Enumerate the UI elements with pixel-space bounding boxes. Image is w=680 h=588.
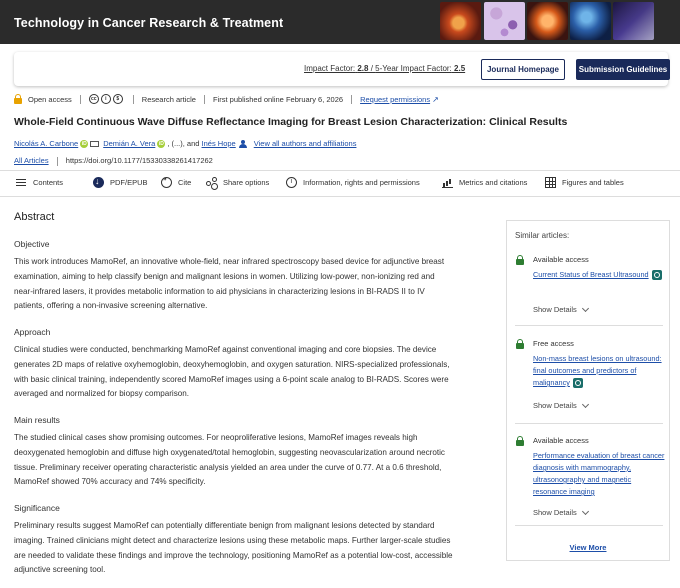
submission-guidelines-button[interactable]: Submission Guidelines	[576, 59, 670, 80]
metrics-citations-button[interactable]: Metrics and citations	[442, 177, 527, 188]
information-rights-button[interactable]: Information, rights and permissions	[286, 177, 420, 188]
orcid-icon[interactable]: iD	[157, 139, 166, 148]
share-options-button[interactable]: Share options	[206, 177, 269, 188]
journal-homepage-button[interactable]: Journal Homepage	[481, 59, 565, 80]
pdf-label: PDF/EPUB	[110, 178, 148, 187]
download-icon	[93, 176, 104, 188]
article-toolbar: Contents PDF/EPUB Cite Share options Inf…	[0, 170, 680, 197]
impact-factor-value: 2.8	[357, 64, 369, 73]
show-details-label: Show Details	[533, 508, 577, 517]
table-icon	[545, 177, 556, 188]
show-details-label: Show Details	[533, 305, 577, 314]
show-details-toggle[interactable]: Show Details	[533, 507, 589, 517]
article-title: Whole-Field Continuous Wave Diffuse Refl…	[14, 116, 568, 128]
people-icon	[238, 139, 251, 148]
five-year-value: 2.5	[454, 64, 466, 73]
info-icon	[286, 177, 297, 188]
section-text: Clinical studies were conducted, benchma…	[14, 345, 450, 399]
section-title: Significance	[14, 503, 60, 513]
show-details-toggle[interactable]: Show Details	[533, 400, 589, 410]
email-icon[interactable]	[90, 140, 100, 147]
banner-shade	[600, 0, 680, 44]
open-access-badge-icon	[651, 270, 662, 281]
similar-articles-heading: Similar articles:	[515, 231, 570, 240]
chevron-down-icon	[581, 304, 589, 312]
authors-and: and	[186, 139, 200, 148]
metrics-label: Metrics and citations	[459, 178, 528, 187]
similar-article-title[interactable]: Non-mass breast lesions on ultrasound: f…	[533, 354, 662, 387]
share-icon	[206, 177, 217, 188]
divider	[515, 325, 663, 326]
figures-tables-button[interactable]: Figures and tables	[545, 177, 624, 188]
orcid-icon[interactable]: iD	[80, 139, 89, 148]
authors-ellipsis[interactable]: (...)	[172, 139, 183, 148]
lock-icon	[516, 436, 524, 446]
access-label: Available access	[533, 436, 589, 445]
five-year-label: 5-Year Impact Factor:	[375, 64, 452, 73]
view-more-link[interactable]: View More	[507, 543, 669, 552]
divider	[515, 525, 663, 526]
abstract-heading: Abstract	[14, 211, 55, 223]
doi-line: All Articles https://doi.org/10.1177/153…	[14, 156, 213, 166]
cite-button[interactable]: Cite	[161, 177, 191, 188]
cc-license-icon[interactable]: cc	[88, 94, 99, 104]
impact-factor-bar: Impact Factor: 2.8 / 5-Year Impact Facto…	[14, 52, 670, 86]
divider	[515, 423, 663, 424]
cover-image-3	[527, 2, 568, 40]
lock-icon	[516, 255, 524, 265]
section-title: Approach	[14, 327, 51, 337]
similar-article-link[interactable]: Performance evaluation of breast cancer …	[533, 450, 665, 498]
similar-article-link[interactable]: Current Status of Breast Ultrasound	[533, 269, 665, 281]
open-access-lock-icon	[14, 94, 22, 104]
quote-icon	[161, 177, 172, 188]
all-articles-link[interactable]: All Articles	[14, 156, 49, 165]
menu-icon	[16, 177, 27, 188]
access-label: Available access	[533, 255, 589, 264]
section-text: This work introduces MamoRef, an innovat…	[14, 257, 445, 311]
info-label: Information, rights and permissions	[303, 178, 420, 187]
external-link-icon: ↗	[432, 94, 439, 104]
cover-image-1	[440, 2, 481, 40]
figures-label: Figures and tables	[562, 178, 624, 187]
chevron-down-icon	[581, 507, 589, 515]
author-link[interactable]: Nicolás A. Carbone	[14, 139, 78, 148]
view-all-authors-link[interactable]: View all authors and affiliations	[254, 139, 357, 148]
open-access-badge-icon	[572, 378, 583, 389]
contents-button[interactable]: Contents	[16, 177, 63, 188]
chevron-down-icon	[581, 400, 589, 408]
section-title: Objective	[14, 239, 50, 249]
journal-banner: Technology in Cancer Research & Treatmen…	[0, 0, 680, 44]
published-date: First published online February 6, 2026	[212, 94, 344, 104]
journal-title[interactable]: Technology in Cancer Research & Treatmen…	[14, 16, 283, 30]
cite-label: Cite	[178, 178, 192, 187]
show-details-toggle[interactable]: Show Details	[533, 304, 589, 314]
nc-license-icon[interactable]: $	[112, 94, 123, 104]
section-text: Preliminary results suggest MamoRef can …	[14, 521, 453, 575]
impact-factor-link[interactable]: Impact Factor: 2.8 / 5-Year Impact Facto…	[304, 64, 465, 73]
bar-chart-icon	[442, 177, 453, 188]
impact-factor-label: Impact Factor:	[304, 64, 356, 73]
pdf-epub-button[interactable]: PDF/EPUB	[93, 176, 148, 188]
similar-article-link[interactable]: Non-mass breast lesions on ultrasound: f…	[533, 353, 665, 389]
author-list: Nicolás A. Carbone iD Demián A. Vera iD …	[14, 139, 357, 148]
by-license-icon[interactable]: i	[100, 94, 111, 104]
contents-label: Contents	[33, 178, 64, 187]
lock-icon	[516, 339, 524, 349]
show-details-label: Show Details	[533, 401, 577, 410]
article-type: Research article	[141, 94, 196, 104]
similar-article-title[interactable]: Current Status of Breast Ultrasound	[533, 270, 649, 279]
doi-link[interactable]: https://doi.org/10.1177/1533033826141726…	[66, 156, 213, 165]
request-permissions-link[interactable]: Request permissions	[360, 95, 430, 104]
share-label: Share options	[223, 178, 270, 187]
section-text: The studied clinical cases show promisin…	[14, 433, 445, 487]
access-label: Open access	[28, 94, 72, 104]
access-label: Free access	[533, 339, 574, 348]
similar-articles-panel: Similar articles: Available access Curre…	[506, 220, 670, 561]
cover-image-2	[484, 2, 525, 40]
article-meta: Open access cc i $ Research article Firs…	[14, 93, 439, 105]
section-title: Main results	[14, 415, 60, 425]
author-link[interactable]: Inés Hope	[202, 139, 236, 148]
author-link[interactable]: Demián A. Vera	[103, 139, 155, 148]
